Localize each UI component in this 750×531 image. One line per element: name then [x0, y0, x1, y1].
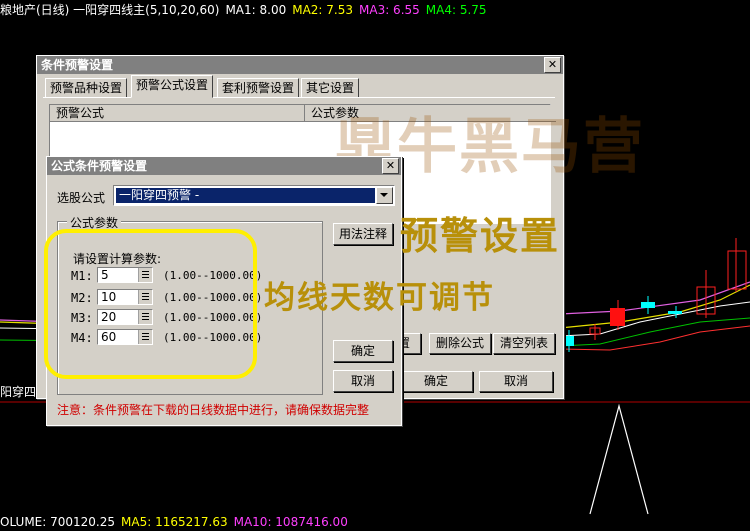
- close-icon[interactable]: ✕: [544, 57, 561, 73]
- indicator-label: 阳穿四: [0, 385, 37, 399]
- ma2-value: MA2: 7.53: [292, 3, 353, 17]
- volume-ma10: MA10: 1087416.00: [233, 515, 348, 529]
- tab-symbols[interactable]: 预警品种设置: [45, 78, 128, 98]
- volume-value: OLUME: 700120.25: [0, 515, 116, 529]
- dialog-title: 条件预警设置: [41, 58, 114, 72]
- ma1-value: MA1: 8.00: [225, 3, 287, 17]
- chart-header: 粮地产(日线) 一阳穿四线主(5,10,20,60) MA1: 8.00 MA2: …: [0, 0, 750, 20]
- inner-cancel-button[interactable]: 取消: [333, 370, 393, 392]
- inner-close-icon[interactable]: ✕: [382, 158, 399, 174]
- volume-ma5: MA5: 1165217.63: [121, 515, 228, 529]
- column-formula[interactable]: 预警公式: [50, 105, 305, 122]
- candle: [610, 308, 625, 326]
- formula-select[interactable]: 一阳穿四预警 -: [113, 185, 395, 206]
- ma3-value: MA3: 6.55: [359, 3, 420, 17]
- warning-note: 注意：条件预警在下载的日线数据中进行，请确保数据完整: [57, 403, 370, 417]
- usage-notes-button[interactable]: 用法注释: [333, 223, 393, 245]
- chart-title: 粮地产(日线) 一阳穿四线主(5,10,20,60): [0, 3, 220, 17]
- inner-ok-button[interactable]: 确定: [333, 340, 393, 362]
- formula-select-value: 一阳穿四预警 -: [116, 188, 375, 203]
- inner-dialog-titlebar: 公式条件预警设置 ✕: [47, 157, 401, 175]
- volume-spike: [589, 403, 649, 515]
- heading-overlay: 预警设置: [400, 214, 561, 258]
- subheading-overlay: 均线天数可调节: [264, 280, 495, 316]
- candle: [564, 336, 574, 346]
- outer-cancel-button[interactable]: 取消: [479, 371, 553, 392]
- formula-label: 选股公式: [57, 191, 106, 205]
- tab-formula[interactable]: 预警公式设置: [131, 75, 214, 98]
- tab-arbitrage[interactable]: 套利预警设置: [217, 78, 300, 98]
- tab-other[interactable]: 其它设置: [301, 78, 360, 98]
- clear-list-button[interactable]: 清空列表: [493, 333, 555, 354]
- candle: [727, 250, 747, 290]
- chevron-down-icon[interactable]: [376, 187, 393, 204]
- ma-line-red: [559, 325, 750, 351]
- inner-dialog-title: 公式条件预警设置: [51, 159, 148, 173]
- volume-header: OLUME: 700120.25 MA5: 1165217.63 MA10: 108…: [0, 514, 750, 531]
- candle: [641, 302, 655, 308]
- dialog-titlebar: 条件预警设置 ✕: [37, 56, 563, 74]
- params-highlight: [44, 229, 257, 379]
- candle: [668, 311, 682, 314]
- ma4-value: MA4: 5.75: [425, 3, 487, 17]
- outer-ok-button[interactable]: 确定: [399, 371, 473, 392]
- delete-formula-button[interactable]: 删除公式: [429, 333, 491, 354]
